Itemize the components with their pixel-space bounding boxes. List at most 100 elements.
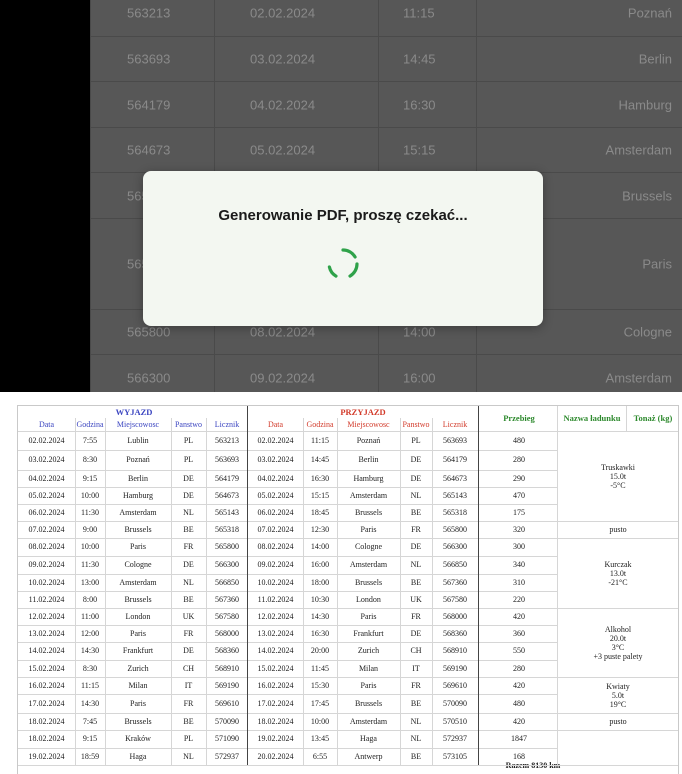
table-cell-l1: 563213 — [215, 435, 239, 445]
loading-spinner-icon — [327, 248, 359, 278]
table-cell-g2: 10:00 — [310, 716, 330, 726]
table-cell-p2: FR — [411, 680, 421, 690]
table-cell-l1: 569610 — [215, 698, 239, 708]
table-cell-p2: DE — [410, 628, 422, 638]
table-cell-d1: 15.02.2024 — [28, 663, 65, 673]
section-divider — [247, 406, 248, 765]
przyjazd-col-2: Miejscowosc — [347, 420, 390, 429]
table-cell-d1: 13.02.2024 — [28, 628, 65, 638]
table-cell-l2: 569190 — [443, 663, 467, 673]
background-cell: Amsterdam — [605, 142, 672, 158]
table-cell-g2: 13:45 — [310, 734, 330, 743]
background-cell: 14:45 — [403, 51, 436, 67]
background-cell: 563213 — [127, 5, 171, 21]
cargo-line: pusto — [609, 525, 627, 534]
wyjazd-col-1: Godzina — [76, 420, 104, 429]
table-cell-d1: 19.02.2024 — [28, 751, 65, 761]
table-cell-l2: 564673 — [443, 473, 467, 483]
table-cell-km: 220 — [513, 594, 525, 604]
cargo-line: -5°C — [610, 480, 626, 490]
table-cell-l2: 564179 — [443, 455, 467, 464]
table-cell-d1: 08.02.2024 — [28, 542, 65, 551]
table-cell-g1: 8:00 — [82, 594, 98, 604]
table-cell-m2: Amsterdam — [349, 560, 388, 569]
table-cell-m2: Hamburg — [353, 473, 384, 483]
cargo-line: 19°C — [609, 699, 627, 709]
table-cell-m1: Paris — [130, 628, 146, 638]
table-cell-p2: FR — [411, 611, 421, 621]
table-cell-g1: 18:59 — [80, 751, 100, 761]
table-cell-d1: 06.02.2024 — [28, 507, 65, 517]
table-cell-m2: Frankfurt — [353, 628, 384, 638]
background-cell: Poznań — [627, 5, 672, 21]
cargo-divider — [558, 677, 678, 678]
table-cell-g1: 14:30 — [80, 646, 100, 655]
table-cell-km: 280 — [513, 455, 525, 464]
table-cell-d2: 02.02.2024 — [257, 435, 294, 445]
table-cell-d2: 04.02.2024 — [257, 473, 294, 483]
table-cell-km: 320 — [513, 524, 525, 534]
cargo-line: Alkohol — [604, 624, 632, 634]
table-cell-d2: 17.02.2024 — [257, 698, 294, 708]
table-cell-p2: BE — [410, 507, 422, 517]
table-cell-g1: 9:15 — [82, 734, 98, 743]
cargo-line: 13.0t — [609, 568, 627, 578]
background-overlay: 563213 02.02.2024 11:15 Poznań 563693 03.02.2… — [0, 0, 682, 392]
table-cell-l1: 572937 — [215, 751, 239, 761]
table-cell-g1: 7:45 — [82, 716, 98, 726]
table-cell-m1: Zurich — [127, 663, 149, 673]
table-cell-g2: 11:45 — [311, 663, 329, 673]
table-cell-p1: DE — [183, 646, 194, 655]
background-cell: Paris — [642, 256, 672, 272]
table-cell-g1: 8:30 — [82, 455, 98, 464]
table-cell-m2: Antwerp — [354, 751, 383, 761]
table-cell-m2: Brussels — [354, 577, 383, 587]
table-cell-l2: 566850 — [443, 560, 467, 569]
table-cell-l1: 567580 — [215, 611, 239, 621]
cargo-line: Truskawki — [601, 462, 635, 472]
przyjazd-col-3: Panstwo — [402, 420, 430, 429]
table-cell-m2: Brussels — [354, 698, 383, 708]
table-cell-p1: IT — [184, 680, 193, 690]
table-row-divider — [18, 765, 558, 766]
cargo-cell: pusto — [558, 525, 678, 534]
table-cell-l1: 564179 — [215, 473, 239, 483]
column-divider — [337, 418, 338, 765]
column-divider — [432, 418, 433, 765]
pdf-loading-dialog: Generowanie PDF, proszę czekać... — [143, 171, 543, 326]
cargo-line: Kurczak — [604, 559, 632, 569]
table-cell-d2: 07.02.2024 — [257, 524, 294, 534]
background-cell: 16:00 — [403, 370, 436, 385]
table-cell-m2: Cologne — [354, 542, 383, 551]
table-cell-g2: 20:00 — [310, 646, 330, 655]
table-cell-l1: 571090 — [215, 734, 239, 743]
table-cell-p1: CH — [182, 663, 195, 673]
table-cell-d1: 05.02.2024 — [28, 490, 65, 500]
table-cell-p2: BE — [410, 577, 422, 587]
table-cell-l1: 569190 — [215, 680, 239, 690]
table-cell-p2: BE — [410, 698, 422, 708]
table-cell-m2: Amsterdam — [349, 716, 388, 726]
background-cell: Berlin — [638, 51, 672, 67]
table-cell-m1: Lublin — [127, 435, 149, 445]
table-cell-m2: Paris — [360, 680, 377, 690]
cargo-divider — [558, 765, 678, 766]
table-cell-m2: Poznań — [356, 435, 381, 445]
background-cell: Amsterdam — [605, 370, 672, 385]
przebieg-header: Przebieg — [503, 413, 535, 423]
table-cell-d2: 08.02.2024 — [257, 542, 294, 551]
table-cell-g2: 16:00 — [310, 560, 330, 569]
table-cell-p1: DE — [183, 560, 194, 569]
table-row-divider — [18, 694, 558, 695]
table-cell-m1: Brussels — [124, 594, 152, 604]
table-cell-km: 420 — [513, 680, 525, 690]
column-divider — [303, 418, 304, 765]
table-cell-l1: 568000 — [215, 628, 239, 638]
table-cell-g2: 17:45 — [310, 698, 330, 708]
cargo-cell: pusto — [558, 717, 678, 726]
table-cell-m1: London — [125, 611, 151, 621]
table-cell-g1: 10:00 — [80, 490, 100, 500]
table-cell-m1: Paris — [130, 698, 146, 708]
table-cell-m1: Hamburg — [122, 490, 154, 500]
table-cell-km: 470 — [513, 490, 525, 500]
